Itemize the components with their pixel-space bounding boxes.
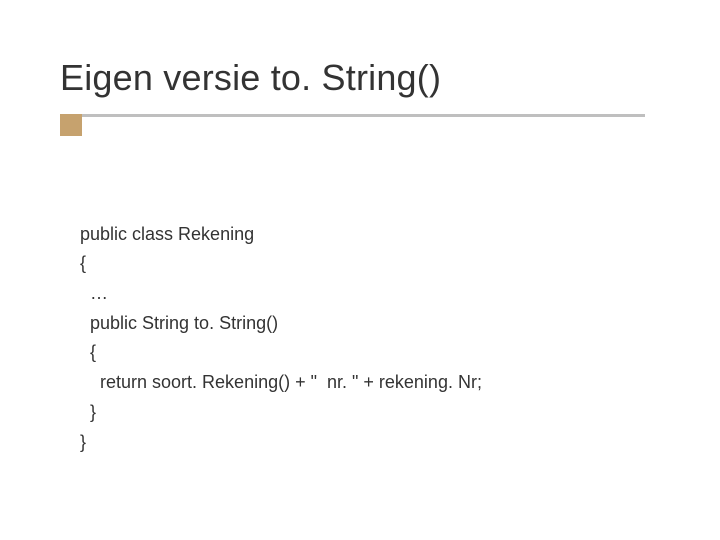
code-line: { [80, 253, 86, 273]
code-line: … [80, 283, 108, 303]
code-line: { [80, 342, 96, 362]
code-line: } [80, 402, 96, 422]
slide-title: Eigen versie to. String() [60, 58, 441, 98]
accent-square-icon [60, 114, 82, 136]
title-block: Eigen versie to. String() [60, 58, 441, 98]
slide: Eigen versie to. String() public class R… [0, 0, 720, 540]
code-line: public String to. String() [80, 313, 278, 333]
code-block: public class Rekening { … public String … [80, 190, 482, 487]
title-underline [60, 114, 645, 117]
code-line: } [80, 432, 86, 452]
code-line: return soort. Rekening() + " nr. " + rek… [80, 372, 482, 392]
code-line: public class Rekening [80, 224, 254, 244]
